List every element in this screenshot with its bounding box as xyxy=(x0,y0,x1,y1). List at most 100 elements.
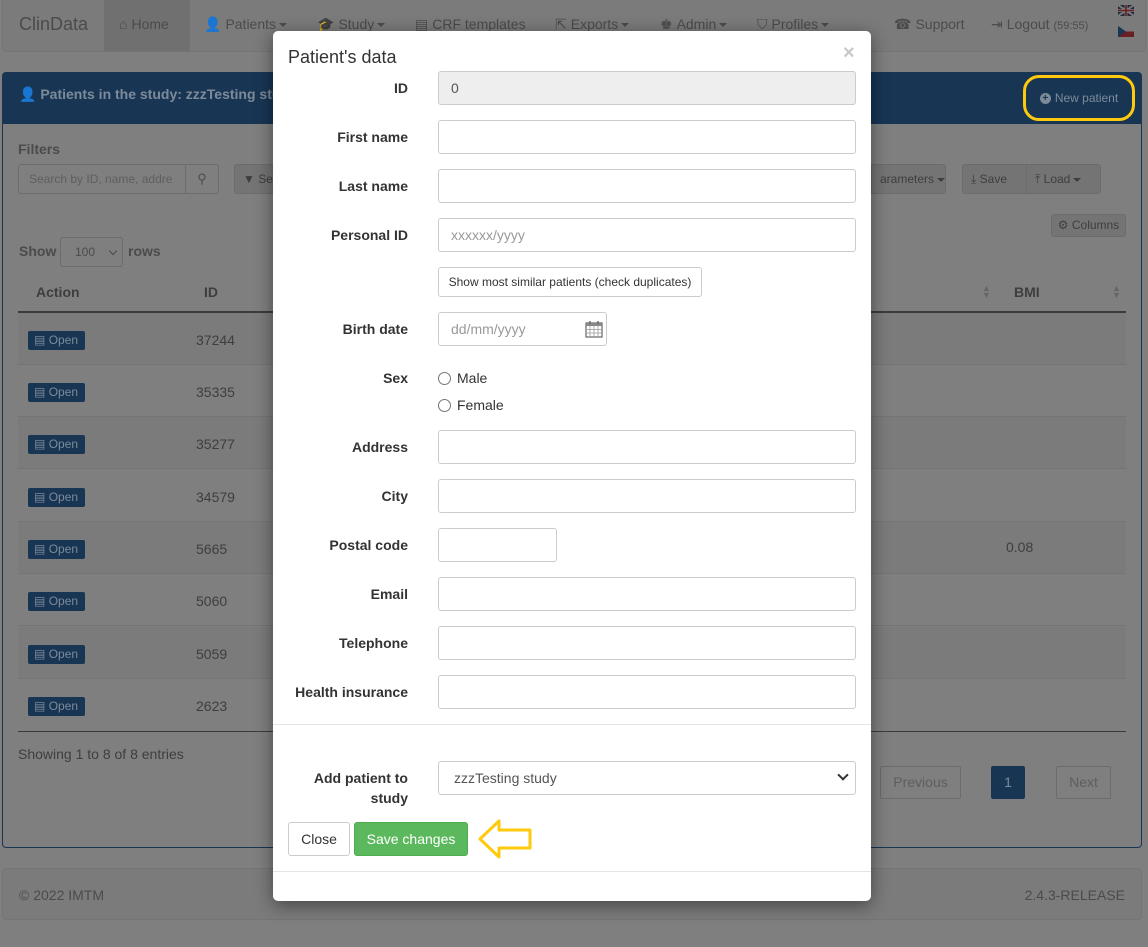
column-header-action[interactable]: Action xyxy=(36,284,80,300)
filter-button[interactable]: ▼ Se xyxy=(234,164,274,194)
telephone-field[interactable] xyxy=(438,626,856,660)
nav-logout[interactable]: ⇥ Logout (59:55) xyxy=(991,16,1088,33)
birth-date-field[interactable]: dd/mm/yyyy xyxy=(438,312,607,346)
sex-option-male[interactable]: Male xyxy=(438,370,487,386)
app-version: 2.4.3-RELEASE xyxy=(1024,887,1125,903)
home-icon: ⌂ xyxy=(119,16,128,32)
sort-icon[interactable]: ▲ ▼ xyxy=(1112,284,1121,300)
nav-profiles-label: Profiles xyxy=(771,16,819,32)
open-label: Open xyxy=(48,437,79,451)
address-field[interactable] xyxy=(438,430,856,464)
filter-icon: ▼ xyxy=(243,172,255,186)
close-button[interactable]: Close xyxy=(288,822,350,856)
sex-option-label: Female xyxy=(457,397,504,413)
birth-date-placeholder: dd/mm/yyyy xyxy=(451,321,526,337)
nav-patients[interactable]: 👤 Patients xyxy=(204,16,288,33)
list-icon: ▤ xyxy=(34,385,46,399)
brand-logo[interactable]: ClinData xyxy=(19,14,88,35)
user-icon: 👤 xyxy=(19,86,37,102)
nav-admin-label: Admin xyxy=(676,16,717,32)
sort-icon[interactable]: ▲ ▼ xyxy=(982,284,991,300)
rows-per-page-select[interactable]: 100 xyxy=(60,237,123,267)
patient-id: 5665 xyxy=(196,541,228,557)
table-info: Showing 1 to 8 of 8 entries xyxy=(18,746,184,762)
open-button[interactable]: ▤ Open xyxy=(28,645,85,664)
gear-icon: ⚙ xyxy=(1057,218,1069,232)
nav-patients-label: Patients xyxy=(225,16,277,32)
cz-flag-icon[interactable] xyxy=(1118,26,1134,37)
postal-code-field[interactable] xyxy=(438,528,557,562)
chevron-down-icon xyxy=(108,246,118,256)
logout-icon: ⇥ xyxy=(991,16,1003,32)
list-icon: ▤ xyxy=(34,647,46,661)
open-button[interactable]: ▤ Open xyxy=(28,697,85,716)
label-city: City xyxy=(381,488,408,504)
chevron-down-icon xyxy=(821,23,830,28)
open-label: Open xyxy=(48,333,79,347)
parameters-dropdown[interactable]: arameters xyxy=(871,164,946,194)
id-field[interactable]: 0 xyxy=(438,71,856,105)
nav-exports-label: Exports xyxy=(570,16,619,32)
list-icon: ▤ xyxy=(34,542,46,556)
personal-id-field[interactable]: xxxxxx/yyyy xyxy=(438,218,856,252)
chevron-down-icon xyxy=(837,769,849,781)
filters-label: Filters xyxy=(18,141,61,157)
save-filter-label: Save xyxy=(979,172,1008,186)
save-changes-button[interactable]: Save changes xyxy=(354,822,468,856)
calendar-icon[interactable] xyxy=(585,320,603,338)
chevron-down-icon xyxy=(377,23,386,28)
label-id: ID xyxy=(394,80,408,96)
new-patient-button[interactable]: + New patient xyxy=(1023,75,1135,121)
health-insurance-field[interactable] xyxy=(438,675,856,709)
modal-divider xyxy=(273,724,871,725)
patient-bmi: 0.08 xyxy=(1006,539,1034,555)
search-input[interactable]: Search by ID, name, addre xyxy=(18,164,186,194)
nav-support[interactable]: ☎ Support xyxy=(894,16,965,33)
open-button[interactable]: ▤ Open xyxy=(28,435,85,454)
list-icon: ▤ xyxy=(34,699,46,713)
check-duplicates-button[interactable]: Show most similar patients (check duplic… xyxy=(438,267,702,297)
search-button[interactable]: ⚲ xyxy=(185,164,219,194)
label-telephone: Telephone xyxy=(339,635,408,651)
load-filter-button[interactable]: ⤒ Load xyxy=(1026,164,1101,194)
radio-button[interactable] xyxy=(438,371,451,385)
label-sex: Sex xyxy=(383,370,408,386)
city-field[interactable] xyxy=(438,479,856,513)
uk-flag-icon[interactable] xyxy=(1118,5,1134,16)
open-button[interactable]: ▤ Open xyxy=(28,383,85,402)
save-filter-button[interactable]: ⤓ Save xyxy=(962,164,1027,194)
pagination-page[interactable]: 1 xyxy=(991,766,1025,799)
study-select[interactable]: zzzTesting study xyxy=(438,761,856,795)
open-button[interactable]: ▤ Open xyxy=(28,592,85,611)
email-field[interactable] xyxy=(438,577,856,611)
open-button[interactable]: ▤ Open xyxy=(28,331,85,350)
new-patient-label: New patient xyxy=(1054,91,1119,105)
session-timer: (59:55) xyxy=(1053,20,1089,32)
chevron-down-icon xyxy=(621,23,630,28)
radio-button[interactable] xyxy=(438,398,451,412)
list-icon: ▤ xyxy=(34,490,46,504)
pagination-next[interactable]: Next xyxy=(1056,766,1111,799)
open-button[interactable]: ▤ Open xyxy=(28,488,85,507)
first-name-field[interactable] xyxy=(438,120,856,154)
nav-home[interactable]: ⌂ Home xyxy=(119,16,169,32)
open-button[interactable]: ▤ Open xyxy=(28,540,85,559)
columns-button[interactable]: ⚙ Columns xyxy=(1051,214,1126,237)
nav-logout-label: Logout xyxy=(1006,16,1050,32)
arrow-annotation-icon xyxy=(478,819,532,859)
patient-id: 34579 xyxy=(196,489,235,505)
patient-id: 5060 xyxy=(196,593,228,609)
open-label: Open xyxy=(48,542,79,556)
sex-option-female[interactable]: Female xyxy=(438,397,504,413)
column-header-id[interactable]: ID xyxy=(204,284,218,300)
open-label: Open xyxy=(48,490,79,504)
close-icon[interactable]: × xyxy=(843,43,855,63)
pagination-previous[interactable]: Previous xyxy=(880,766,961,799)
label-postal-code: Postal code xyxy=(329,537,408,553)
last-name-field[interactable] xyxy=(438,169,856,203)
rows-per-page-value: 100 xyxy=(75,245,96,259)
list-icon: ▤ xyxy=(34,437,46,451)
list-icon: ▤ xyxy=(34,594,46,608)
column-header-bmi[interactable]: BMI xyxy=(1014,284,1040,300)
modal-footer-divider xyxy=(273,871,871,872)
